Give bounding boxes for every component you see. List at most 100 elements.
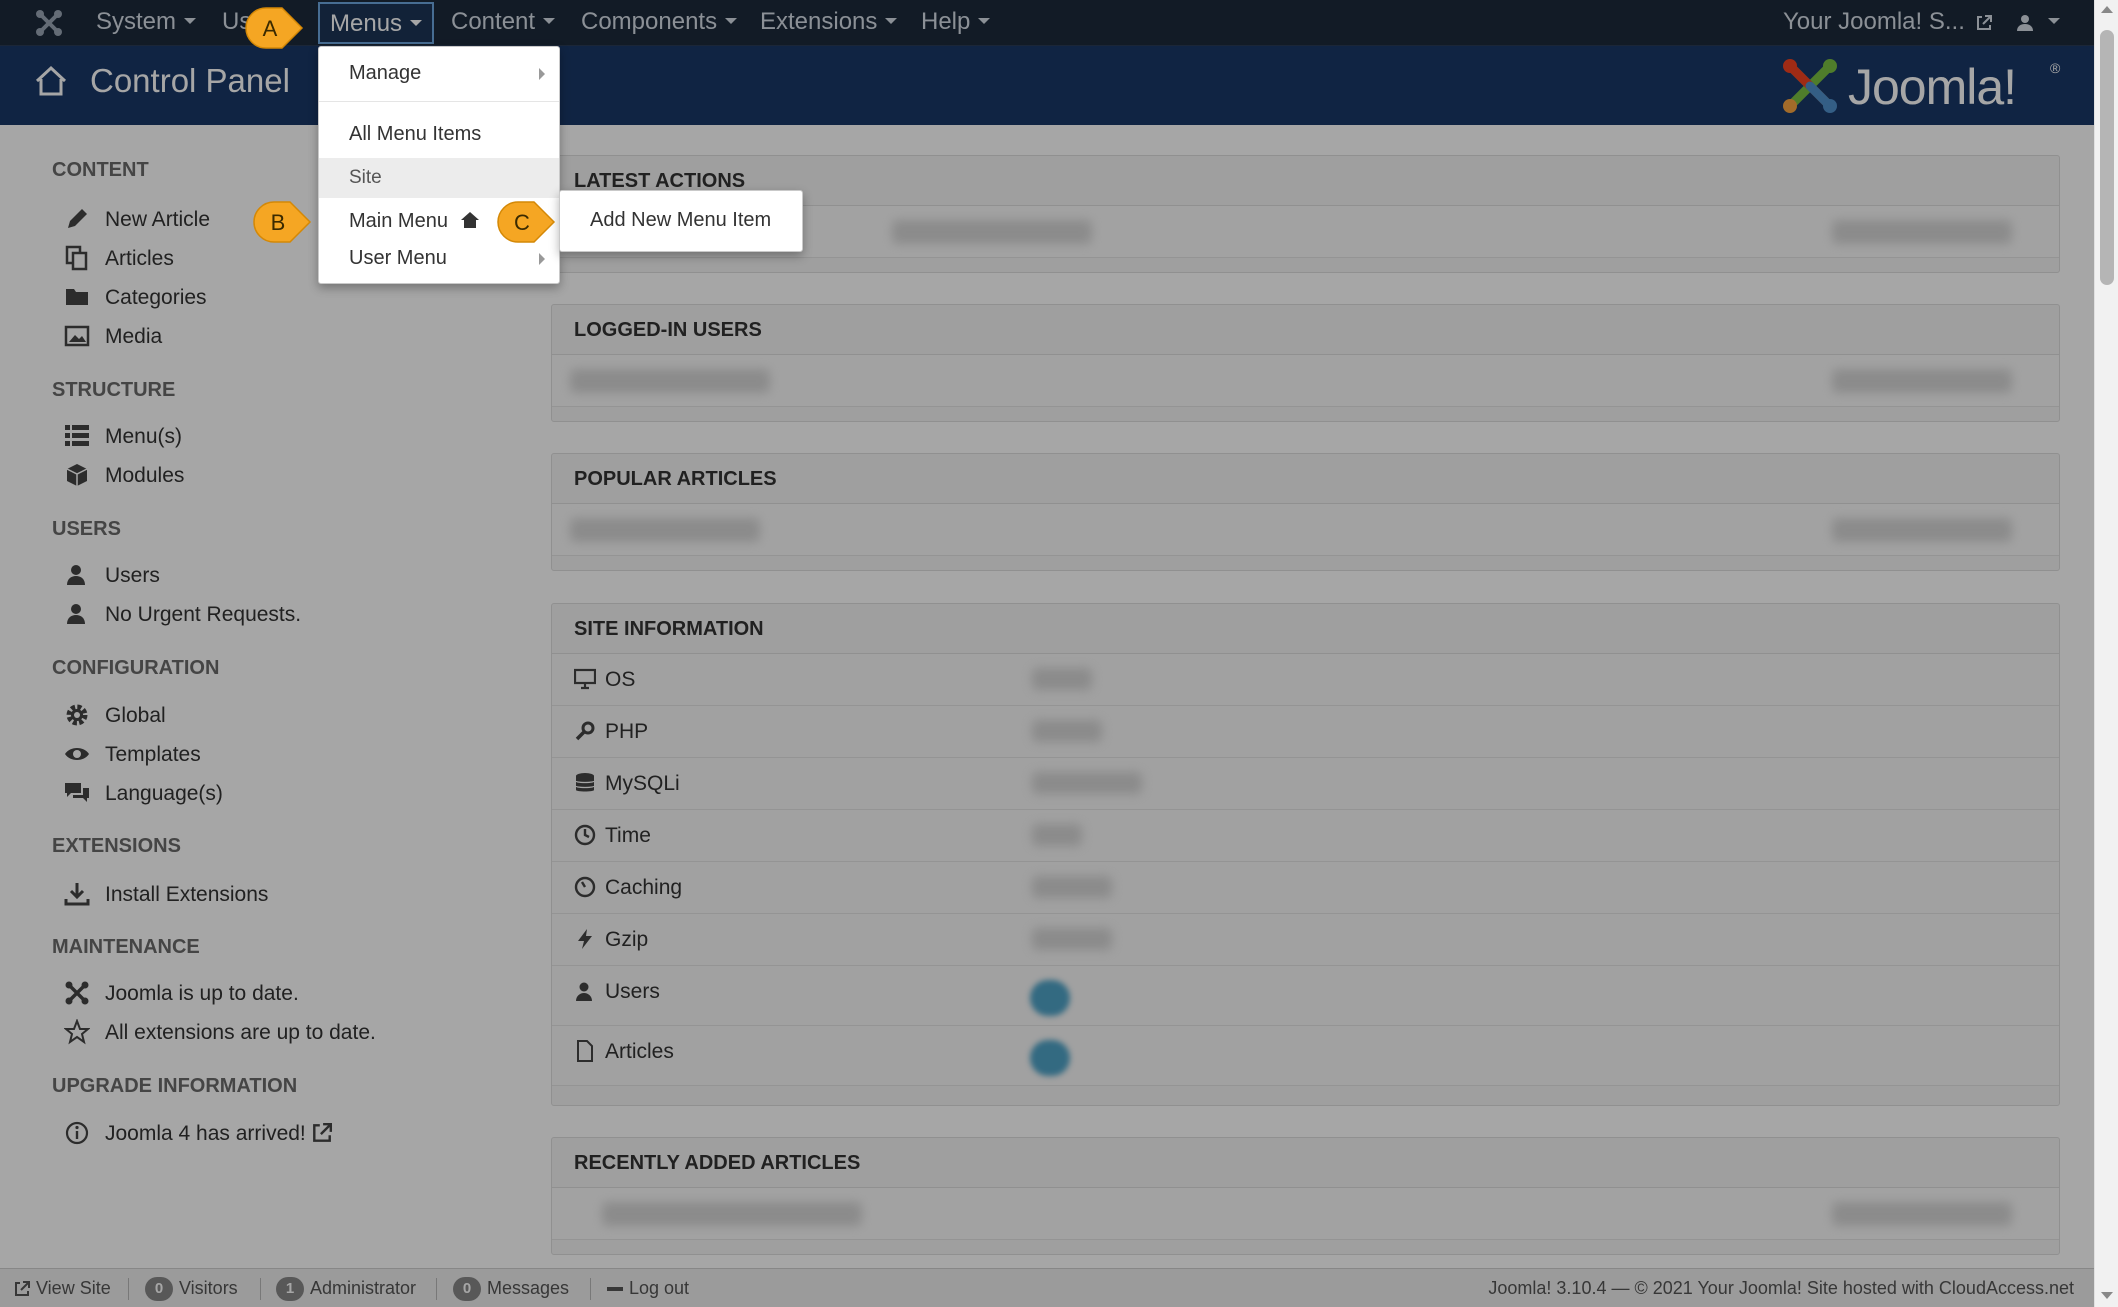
menu-item-user-menu[interactable]: User Menu <box>319 238 559 278</box>
desktop-icon <box>574 668 596 690</box>
menu-item-all-menu-items[interactable]: All Menu Items <box>319 114 559 154</box>
site-info-row-articles: Articles <box>552 1026 2059 1086</box>
panel-row <box>552 1188 2059 1240</box>
admin-label: Administrator <box>310 1278 417 1298</box>
sidebar-item-label: Users <box>105 564 160 587</box>
chevron-right-icon <box>539 68 545 80</box>
view-site-label: View Site <box>36 1278 111 1298</box>
menu-item-manage[interactable]: Manage <box>319 53 559 93</box>
nav-menus-label: Menus <box>330 10 403 37</box>
site-info-label: PHP <box>605 720 649 743</box>
page-title: Control Panel <box>90 62 290 99</box>
callout-marker-c: C <box>496 200 556 244</box>
status-bar: View Site 0 Visitors 1 Administrator 0 Mess… <box>0 1268 2094 1307</box>
external-link-icon <box>15 1281 30 1297</box>
chevron-right-icon <box>539 253 545 265</box>
nav-content[interactable]: Content <box>451 0 556 46</box>
sidebar-item-label: Global <box>105 704 166 727</box>
add-new-menu-item-link[interactable]: Add New Menu Item <box>590 209 771 232</box>
sidebar-item-label: Joomla is up to date. <box>105 982 299 1005</box>
folder-icon <box>66 289 88 305</box>
site-info-row-time: Time <box>552 810 2059 862</box>
logout-label: Log out <box>629 1278 690 1298</box>
site-info-label: Articles <box>605 1040 674 1063</box>
nav-help[interactable]: Help <box>921 0 991 46</box>
users-count-badge <box>1030 980 1070 1016</box>
minus-icon <box>607 1287 623 1292</box>
user-icon <box>67 565 85 585</box>
site-info-row-users: Users <box>552 966 2059 1026</box>
menus-dropdown: Manage All Menu Items Site Main Menu Use… <box>318 46 560 284</box>
site-link-label: Your Joomla! S... <box>1783 8 1965 35</box>
callout-label: B <box>270 210 286 235</box>
nav-system[interactable]: System <box>96 0 197 46</box>
nav-components-label: Components <box>581 8 718 35</box>
logout-link[interactable]: Log out <box>607 1269 689 1307</box>
nav-system-label: System <box>96 8 177 35</box>
home-icon <box>460 211 479 228</box>
logo-reg-mark: ® <box>2050 60 2061 76</box>
sidebar-item-label: Language(s) <box>105 782 223 805</box>
logo-text: Joomla! <box>1848 59 2017 115</box>
panel-title: RECENTLY ADDED ARTICLES <box>552 1138 2059 1188</box>
scroll-down-arrow-icon[interactable] <box>2101 1292 2113 1299</box>
menu-item-site-header: Site <box>319 158 559 198</box>
site-info-row-mysqli: MySQLi <box>552 758 2059 810</box>
menu-item-label: Site <box>349 167 382 188</box>
joomla-brand-icon[interactable] <box>34 8 64 38</box>
sidebar-item-label: New Article <box>105 208 211 231</box>
sidebar-heading-configuration: CONFIGURATION <box>52 657 220 679</box>
sidebar-item-label: Joomla 4 has arrived! <box>105 1122 306 1145</box>
panel-recently-added-articles: RECENTLY ADDED ARTICLES <box>551 1137 2060 1255</box>
cog-icon <box>66 704 88 726</box>
divider <box>590 1278 591 1300</box>
site-info-label: OS <box>605 668 636 691</box>
sidebar-heading-extensions: EXTENSIONS <box>52 835 181 857</box>
sidebar-item-label: Menu(s) <box>105 425 183 448</box>
caret-down-icon <box>184 17 197 24</box>
admin-count-badge: 1 <box>276 1277 304 1302</box>
visitors-link[interactable]: 0 Visitors <box>145 1269 238 1307</box>
messages-count-badge: 0 <box>453 1277 481 1302</box>
divider <box>319 101 559 102</box>
caret-down-icon <box>410 19 423 26</box>
site-info-row-os: OS <box>552 654 2059 706</box>
messages-link[interactable]: 0 Messages <box>453 1269 569 1307</box>
nav-components[interactable]: Components <box>581 0 738 46</box>
user-icon <box>2017 14 2033 31</box>
top-navbar: System Us Menus Content Components Exten… <box>0 0 2094 46</box>
image-icon <box>64 325 90 347</box>
callout-label: A <box>262 16 278 41</box>
site-info-label: Time <box>605 824 651 847</box>
sidebar-item-label: Templates <box>105 743 201 766</box>
user-menu[interactable] <box>2016 0 2060 46</box>
site-link[interactable]: Your Joomla! S... <box>1783 0 1992 46</box>
joomla-logo-icon <box>1783 59 1837 113</box>
visitors-label: Visitors <box>179 1278 238 1298</box>
sidebar-heading-users: USERS <box>52 518 121 540</box>
site-info-label: MySQLi <box>605 772 680 795</box>
site-info-label: Gzip <box>605 928 649 951</box>
joomla-icon <box>65 981 89 1005</box>
list-icon <box>65 425 89 446</box>
panel-title: POPULAR ARTICLES <box>552 454 2059 504</box>
nav-extensions[interactable]: Extensions <box>760 0 898 46</box>
scrollbar-thumb[interactable] <box>2100 30 2114 285</box>
nav-menus[interactable]: Menus <box>318 2 435 44</box>
administrator-link[interactable]: 1 Administrator <box>276 1269 416 1307</box>
clock-icon <box>574 824 596 846</box>
view-site-link[interactable]: View Site <box>14 1269 111 1307</box>
vertical-scrollbar[interactable] <box>2094 0 2118 1307</box>
database-icon <box>575 773 595 792</box>
page: System Us Menus Content Components Exten… <box>0 0 2094 1307</box>
joomla-logo: Joomla! ® <box>1780 56 2060 116</box>
scroll-up-arrow-icon[interactable] <box>2101 6 2113 13</box>
articles-count-badge <box>1030 1040 1070 1076</box>
callout-marker-b: B <box>252 200 312 244</box>
nav-content-label: Content <box>451 8 536 35</box>
footer-copyright: Joomla! 3.10.4 — © 2021 Your Joomla! Sit… <box>1488 1278 2074 1298</box>
page-header: Control Panel Joomla! ® <box>0 46 2094 125</box>
user-icon <box>67 604 85 624</box>
site-info-row-php: PHP <box>552 706 2059 758</box>
sidebar-heading-maintenance: MAINTENANCE <box>52 936 200 958</box>
